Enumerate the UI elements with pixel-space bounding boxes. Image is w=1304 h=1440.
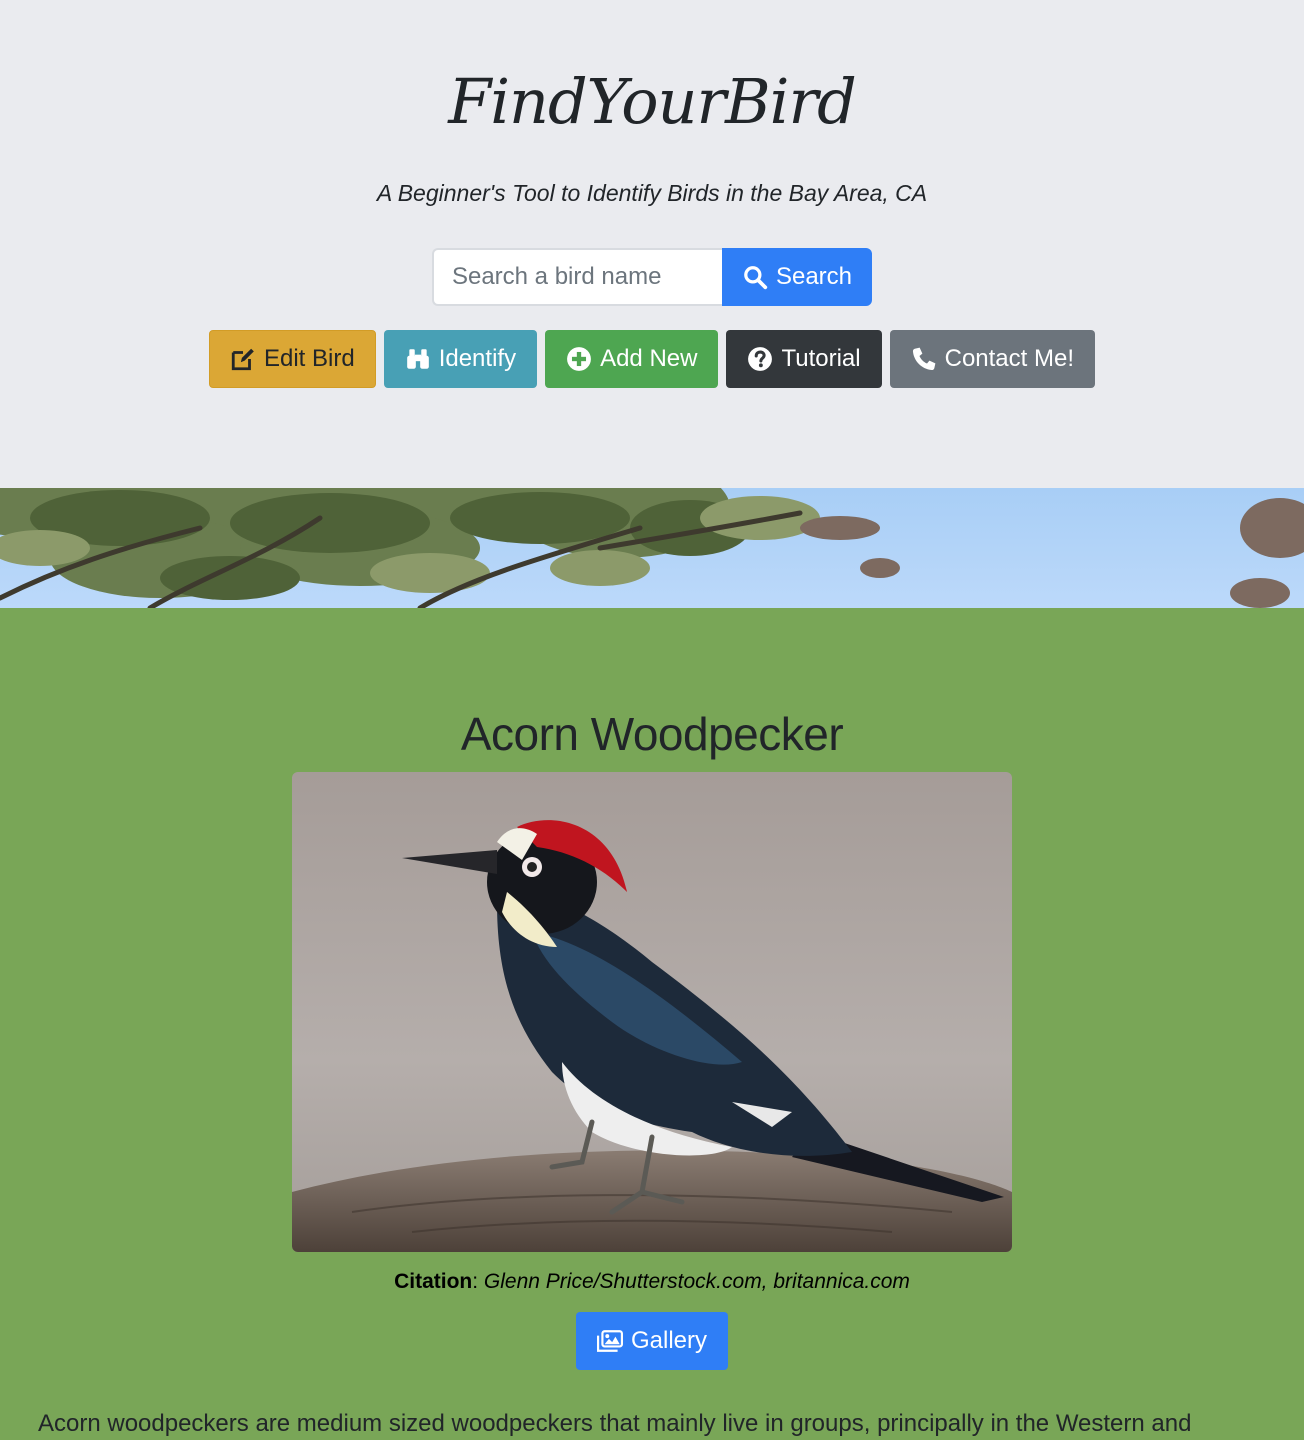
citation-text: Glenn Price/Shutterstock.com, britannica… <box>483 1270 910 1293</box>
phone-icon <box>912 347 935 371</box>
tutorial-button[interactable]: Tutorial <box>726 330 882 388</box>
photo-citation: Citation: Glenn Price/Shutterstock.com, … <box>394 1270 910 1293</box>
edit-bird-button[interactable]: Edit Bird <box>208 330 376 388</box>
hero-header: FindYourBird A Beginner's Tool to Identi… <box>0 0 1304 488</box>
tree-banner-image <box>0 488 1304 608</box>
contact-me-button[interactable]: Contact Me! <box>889 330 1095 388</box>
edit-bird-label: Edit Bird <box>263 345 355 372</box>
bird-photo <box>292 772 1012 1252</box>
citation-label: Citation <box>394 1270 473 1293</box>
bird-name: Acorn Woodpecker <box>460 708 844 760</box>
question-circle-icon <box>748 347 773 371</box>
bird-description: Acorn woodpeckers are medium sized woodp… <box>38 1410 1192 1437</box>
contact-me-label: Contact Me! <box>944 345 1074 372</box>
bird-detail: Acorn Woodpecker Citation: Glenn Price/S… <box>0 608 1304 1440</box>
edit-icon <box>231 348 254 371</box>
binoculars-icon <box>406 349 429 369</box>
images-icon <box>596 1330 623 1352</box>
gallery-button[interactable]: Gallery <box>575 1312 729 1370</box>
gallery-wrapper: Gallery <box>0 1312 1304 1370</box>
plus-circle-icon <box>567 347 591 371</box>
identify-label: Identify <box>438 345 517 372</box>
search-button[interactable]: Search <box>721 248 873 306</box>
tutorial-label: Tutorial <box>781 345 861 372</box>
tagline: A Beginner's Tool to Identify Birds in t… <box>376 180 928 206</box>
search-input[interactable] <box>431 248 722 306</box>
search-form: Search <box>0 248 1304 306</box>
tree-canopy-illustration <box>0 488 1304 608</box>
add-new-label: Add New <box>600 345 698 372</box>
search-button-label: Search <box>775 263 853 290</box>
site-title: FindYourBird <box>448 65 857 138</box>
action-toolbar: Edit Bird Identify Add New Tutorial Cont… <box>0 330 1304 388</box>
identify-button[interactable]: Identify <box>383 330 538 388</box>
add-new-button[interactable]: Add New <box>545 330 719 388</box>
gallery-label: Gallery <box>630 1327 708 1354</box>
search-icon <box>744 266 768 290</box>
